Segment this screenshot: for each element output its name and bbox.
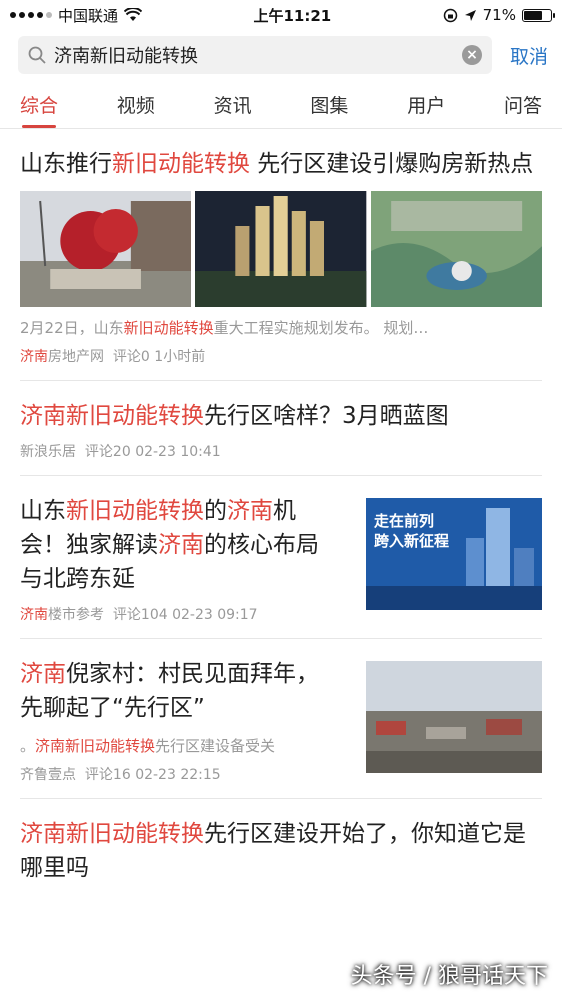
result-snippet: 。济南新旧动能转换先行区建设备受关 — [20, 737, 276, 755]
signal-icon — [10, 12, 52, 18]
search-bar: 济南新旧动能转换 × 取消 — [0, 30, 562, 82]
tab-comprehensive[interactable]: 综合 — [20, 91, 58, 128]
result-title[interactable]: 济南倪家村：村民见面拜年，先聊起了“先行区” — [20, 657, 340, 725]
result-title[interactable]: 济南新旧动能转换先行区建设开始了，你知道它是哪里吗 — [20, 817, 542, 885]
result-title[interactable]: 山东新旧动能转换的济南机会！独家解读济南的核心布局与北跨东延 — [20, 494, 340, 596]
tab-gallery[interactable]: 图集 — [310, 91, 348, 128]
carrier-label: 中国联通 — [58, 6, 119, 25]
publish-time: 1小时前 — [154, 349, 206, 365]
thumbnail-image[interactable] — [20, 191, 192, 307]
comment-count: 评论16 — [84, 767, 131, 783]
source-name: 楼市参考 — [48, 607, 104, 623]
result-item[interactable]: 济南新旧动能转换先行区啥样？3月晒蓝图 新浪乐居 评论20 02-23 10:4… — [20, 381, 542, 476]
thumbnail-image[interactable] — [366, 661, 542, 773]
watermark: 头条号 / 狼哥话天下 — [350, 964, 548, 989]
status-bar: 中国联通 上午11:21 71% — [0, 0, 562, 30]
status-right: 71% — [443, 6, 555, 24]
location-icon — [464, 9, 476, 21]
result-title[interactable]: 山东推行新旧动能转换 先行区建设引爆购房新热点 — [20, 147, 542, 181]
clock: 上午11:21 — [253, 6, 332, 25]
source-name: 房地产网 — [48, 349, 104, 365]
result-meta: 济南楼市参考 评论104 02-23 09:17 — [20, 607, 258, 623]
thumbnail-image[interactable] — [370, 191, 542, 307]
tab-news[interactable]: 资讯 — [214, 91, 252, 128]
comment-count: 评论104 — [112, 607, 168, 623]
source-name: 齐鲁壹点 — [20, 767, 76, 783]
thumbnail-image[interactable] — [195, 191, 367, 307]
result-meta: 济南房地产网 评论0 1小时前 — [20, 349, 206, 365]
search-input[interactable]: 济南新旧动能转换 — [54, 42, 462, 68]
publish-time: 02-23 10:41 — [135, 444, 221, 460]
search-box[interactable]: 济南新旧动能转换 × — [18, 36, 492, 74]
result-item[interactable]: 济南新旧动能转换先行区建设开始了，你知道它是哪里吗 — [20, 799, 542, 899]
comment-count: 评论0 — [112, 349, 150, 365]
battery-icon — [521, 8, 555, 22]
result-snippet: 2月22日，山东新旧动能转换重大工程实施规划发布。 规划… — [20, 319, 429, 337]
publish-time: 02-23 09:17 — [172, 607, 258, 623]
tab-video[interactable]: 视频 — [117, 91, 155, 128]
result-item[interactable]: 山东新旧动能转换的济南机会！独家解读济南的核心布局与北跨东延 济南楼市参考 评论… — [20, 476, 542, 639]
result-meta: 新浪乐居 评论20 02-23 10:41 — [20, 441, 542, 461]
result-feed: 山东推行新旧动能转换 先行区建设引爆购房新热点 2月22日，山东新旧动能转换重大… — [0, 129, 562, 899]
image-strip — [20, 191, 542, 307]
source-name: 新浪乐居 — [20, 444, 76, 460]
clear-icon[interactable]: × — [461, 45, 482, 65]
result-item[interactable]: 山东推行新旧动能转换 先行区建设引爆购房新热点 2月22日，山东新旧动能转换重大… — [20, 129, 542, 381]
result-meta: 齐鲁壹点 评论16 02-23 22:15 — [20, 764, 340, 784]
rotation-lock-icon — [443, 8, 457, 22]
result-item[interactable]: 济南倪家村：村民见面拜年，先聊起了“先行区” 。济南新旧动能转换先行区建设备受关… — [20, 639, 542, 799]
battery-percent: 71% — [482, 6, 516, 24]
publish-time: 02-23 22:15 — [135, 767, 221, 783]
cancel-button[interactable]: 取消 — [510, 42, 548, 69]
comment-count: 评论20 — [84, 444, 131, 460]
search-icon — [28, 46, 46, 64]
result-title[interactable]: 济南新旧动能转换先行区啥样？3月晒蓝图 — [20, 399, 542, 433]
category-tabs: 综合 视频 资讯 图集 用户 问答 — [0, 82, 562, 129]
tab-qa[interactable]: 问答 — [504, 91, 542, 128]
svg-text:走在前列: 走在前列 — [374, 512, 434, 530]
status-left: 中国联通 — [10, 5, 143, 26]
tab-users[interactable]: 用户 — [407, 91, 445, 128]
wifi-icon — [124, 8, 143, 21]
svg-text:跨入新征程: 跨入新征程 — [374, 532, 449, 550]
thumbnail-image[interactable]: 走在前列 跨入新征程 — [366, 498, 542, 610]
